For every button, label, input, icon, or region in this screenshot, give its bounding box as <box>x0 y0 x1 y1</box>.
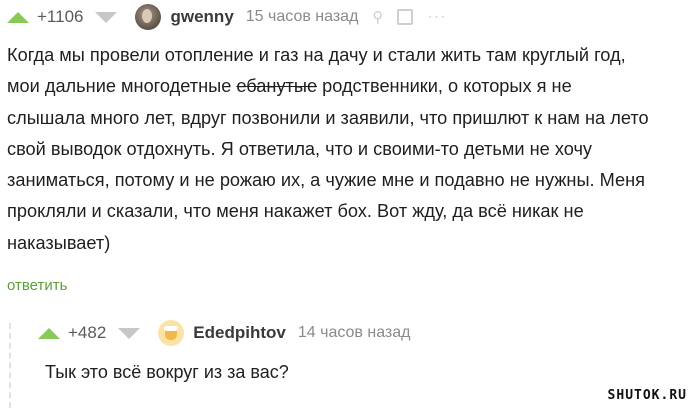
comment-line: наказывает) <box>7 232 111 253</box>
upvote-icon[interactable] <box>38 327 60 339</box>
reply-comment-header: +482 Ededpihtov 14 часов назад <box>38 319 410 347</box>
comment-text-segment: мои дальние многодетные <box>7 76 237 97</box>
avatar[interactable] <box>158 320 185 346</box>
upvote-icon[interactable] <box>7 11 29 23</box>
reply-comment-body: Тык это всё вокруг из за вас? <box>45 362 289 382</box>
comment-line: прокляли и сказали, что меня накажет бох… <box>7 201 584 222</box>
comment-line: слышала много лет, вдруг позвонили и зая… <box>7 107 649 128</box>
downvote-icon[interactable] <box>95 11 118 23</box>
comment-line: заниматься, потому и не рожаю их, а чужи… <box>7 170 646 191</box>
downvote-icon[interactable] <box>118 327 141 339</box>
author-name[interactable]: gwenny <box>170 7 233 27</box>
comment-body: Когда мы провели отопление и газ на дачу… <box>7 40 692 259</box>
strikethrough-word: ебанутые <box>236 76 318 97</box>
comment-timestamp[interactable]: 14 часов назад <box>298 324 411 342</box>
comment-header: +1106 gwenny 15 часов назад ⚲ ··· <box>7 4 446 30</box>
comment-line: свой выводок отдохнуть. Я ответила, что … <box>7 138 593 159</box>
reply-link[interactable]: ответить <box>7 277 67 294</box>
link-icon[interactable]: ⚲ <box>372 8 383 26</box>
comment-line: мои дальние многодетные ебанутые родстве… <box>7 71 692 102</box>
comment-line: Когда мы провели отопление и газ на дачу… <box>7 45 626 65</box>
comment-text-segment: родственники, о которых я не <box>317 76 572 97</box>
watermark: SHUTOK.RU <box>602 385 692 406</box>
save-icon[interactable] <box>397 9 414 25</box>
thread-line[interactable] <box>9 323 11 408</box>
author-name[interactable]: Ededpihtov <box>193 323 286 343</box>
comment-score: +482 <box>68 323 107 342</box>
avatar[interactable] <box>135 4 162 30</box>
comment-score: +1106 <box>37 7 84 26</box>
more-icon[interactable]: ··· <box>427 8 446 26</box>
comment-timestamp[interactable]: 15 часов назад <box>246 8 359 26</box>
